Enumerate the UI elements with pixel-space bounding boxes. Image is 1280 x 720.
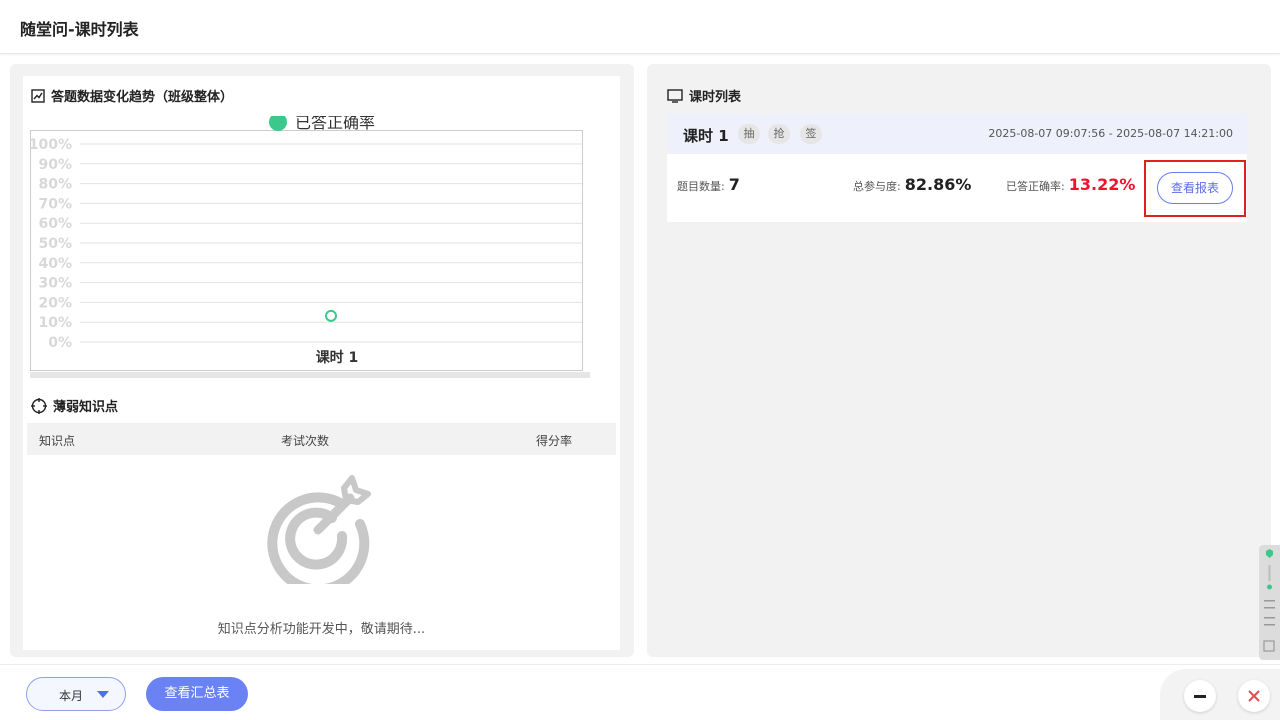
tag-draw: 抽 [738,124,760,144]
trend-section-header: 答题数据变化趋势（班级整体） [31,86,233,105]
tag-sign: 签 [800,124,822,144]
y-tick-label: 100% [30,137,72,153]
lessons-section-header: 课时列表 [667,86,741,105]
column-score-rate: 得分率 [536,434,573,448]
y-tick-label: 70% [38,196,72,212]
question-count-value: 7 [728,175,740,194]
x-tick-label: 课时 1 [316,349,359,366]
chevron-down-icon [97,691,109,698]
participation-value: 82.86% [904,175,972,194]
lesson-time-range: 2025-08-07 09:07:56 - 2025-08-07 14:21:0… [988,127,1233,140]
question-count-label: 题目数量: [677,180,725,193]
y-tick-label: 40% [38,256,72,272]
main-area: 答题数据变化趋势（班级整体） 0% 10% 20% 30% 40% 50% 60% 70% 80… [0,56,1280,664]
side-widget-icons [1263,549,1275,652]
side-floating-widget[interactable] [1259,545,1280,660]
lesson-card-header: 课时 1 抽 抢 签 2025-08-07 09:07:56 - 2025-08… [667,114,1247,154]
data-point [325,309,337,322]
y-tick-label: 80% [38,177,72,193]
legend-marker [269,113,287,131]
period-select[interactable]: 本月 [26,677,126,711]
trend-chart-svg: 0% 10% 20% 30% 40% 50% 60% 70% 80% 90% 100% 课时 1 已答正… [29,113,583,371]
y-tick-label: 20% [38,295,72,311]
lessons-section-title: 课时列表 [689,90,742,105]
view-summary-button[interactable]: 查看汇总表 [146,677,248,711]
y-tick-label: 0% [48,335,72,351]
lesson-name: 课时 1 [683,127,729,145]
monitor-icon [667,88,683,103]
column-exam-count: 考试次数 [281,434,330,448]
line-chart-icon [31,88,45,103]
minimize-button[interactable] [1184,680,1216,712]
accuracy-label: 已答正确率: [1006,180,1065,193]
period-select-value: 本月 [59,689,84,703]
close-icon [1248,690,1260,702]
y-tick-label: 30% [38,276,72,292]
window-controls [1160,669,1280,720]
y-tick-label: 10% [38,315,72,331]
question-count: 题目数量: 7 [677,175,740,194]
bottom-bar: 本月 查看汇总表 [0,664,1280,720]
y-tick-label: 90% [38,157,72,173]
tag-grab: 抢 [768,124,790,144]
column-knowledge-point: 知识点 [39,434,76,448]
close-button[interactable] [1238,680,1270,712]
legend-label: 已答正确率 [295,116,375,132]
view-report-button[interactable]: 查看报表 [1157,172,1233,204]
minimize-icon [1194,695,1206,698]
crosshair-icon [31,397,47,414]
y-tick-label: 50% [38,236,72,252]
weak-section-header: 薄弱知识点 [31,396,118,415]
right-panel: 课时列表 课时 1 抽 抢 签 2025-08-07 09:07:56 - 20… [647,64,1271,657]
chart-frame [30,130,583,371]
trend-section-title: 答题数据变化趋势（班级整体） [51,90,234,105]
window-title: 随堂问-课时列表 [20,20,139,39]
accuracy-value: 13.22% [1068,175,1136,194]
title-bar: 随堂问-课时列表 [0,0,1280,54]
weak-section-title: 薄弱知识点 [53,400,119,415]
lesson-card: 课时 1 抽 抢 签 2025-08-07 09:07:56 - 2025-08… [667,114,1247,222]
participation: 总参与度: 82.86% [853,175,971,194]
weak-table-header: 知识点 考试次数 得分率 [27,423,616,455]
chart-scrollbar[interactable] [30,372,590,378]
accuracy: 已答正确率: 13.22% [1006,175,1135,194]
target-icon [264,474,374,595]
left-panel-content: 答题数据变化趋势（班级整体） 0% 10% 20% 30% 40% 50% 60% 70% 80… [23,76,620,650]
empty-state-text: 知识点分析功能开发中，敬请期待... [217,622,426,637]
participation-label: 总参与度: [853,180,901,193]
trend-chart: 0% 10% 20% 30% 40% 50% 60% 70% 80% 90% 100% 课时 1 已答正… [29,113,590,376]
left-panel: 答题数据变化趋势（班级整体） 0% 10% 20% 30% 40% 50% 60% 70% 80… [10,64,634,657]
y-tick-label: 60% [38,216,72,232]
